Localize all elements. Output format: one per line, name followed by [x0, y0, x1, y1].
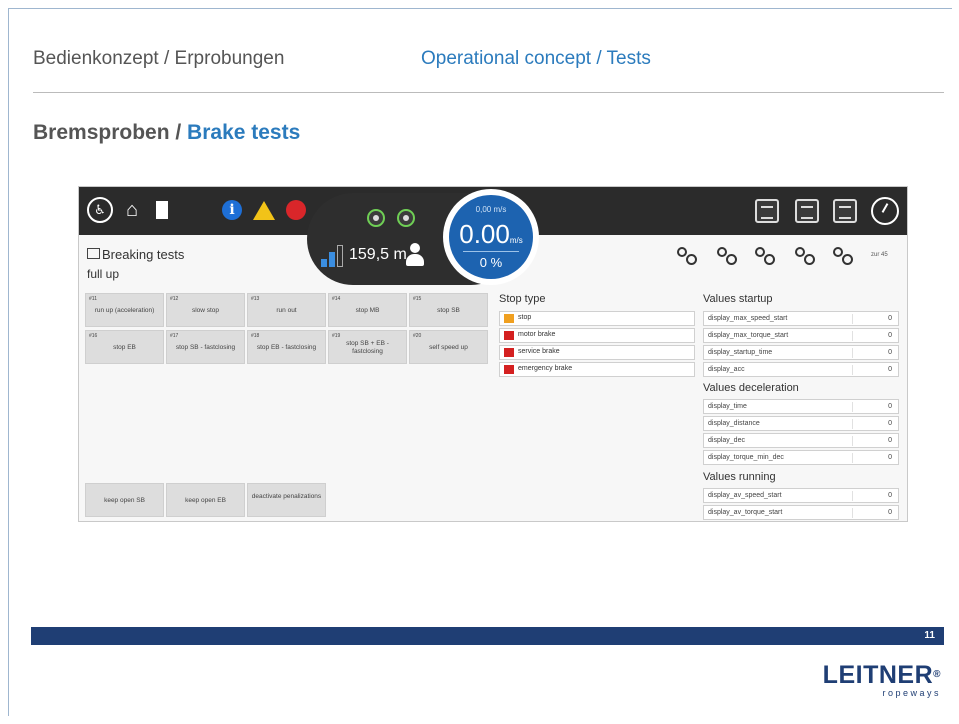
test-button-17[interactable]: #17 stop SB - fastclosing	[166, 330, 245, 364]
legend-row: motor brake	[499, 328, 695, 343]
indicator-icon-2	[397, 209, 415, 227]
gear-icon-3[interactable]	[755, 245, 777, 267]
value-field: display_torque_min_dec 0	[703, 450, 899, 465]
test-button-12[interactable]: #12 slow stop	[166, 293, 245, 327]
values-running-title: Values running	[703, 471, 776, 483]
slide-title-de: Bremsproben /	[33, 121, 188, 144]
door-icon[interactable]	[149, 197, 175, 223]
test-button-11[interactable]: #11 run up (acceleration)	[85, 293, 164, 327]
speed-unit: m/s	[509, 236, 523, 245]
legend-swatch-service	[504, 348, 514, 357]
table-icon[interactable]	[795, 199, 819, 223]
position-value: 159,5 m	[349, 246, 407, 263]
test-button-19[interactable]: #19 stop SB + EB - fastclosing	[328, 330, 407, 364]
value-field: display_time 0	[703, 399, 899, 414]
operator-icon[interactable]	[405, 243, 425, 267]
list-icon[interactable]	[833, 199, 857, 223]
value-field: display_av_speed_start 0	[703, 488, 899, 503]
value-field: display_acc 0	[703, 362, 899, 377]
gear-icon-4[interactable]	[795, 245, 817, 267]
panel-subtitle: full up	[87, 267, 120, 281]
header-divider	[33, 92, 944, 93]
keep-open-eb-button[interactable]: keep open EB	[166, 483, 245, 517]
test-button-16[interactable]: #16 stop EB	[85, 330, 164, 364]
value-field: display_av_torque_start 0	[703, 505, 899, 520]
value-field: display_max_torque_start 0	[703, 328, 899, 343]
speed-value: 0.00m/s	[459, 219, 523, 249]
page-number: 11	[924, 630, 935, 641]
gear-icon-2[interactable]	[717, 245, 739, 267]
legend-row: stop	[499, 311, 695, 326]
value-field: display_startup_time 0	[703, 345, 899, 360]
stop-alarm-icon[interactable]	[283, 197, 309, 223]
keep-open-sb-button[interactable]: keep open SB	[85, 483, 164, 517]
speed-percent: 0 %	[479, 255, 503, 270]
value-field: display_dec 0	[703, 433, 899, 448]
leitner-logo: LEITNER® ropeways	[822, 661, 941, 698]
speed-unit-top: 0,00 m/s	[475, 205, 507, 214]
hmi-screenshot: ♿ ⌂ 159,5 m 0,00 m/s 0.00m/s 0 % Breakin…	[78, 186, 908, 522]
gear-icon-5[interactable]	[833, 245, 855, 267]
header-english: Operational concept / Tests	[421, 48, 651, 69]
indicator-icon-1	[367, 209, 385, 227]
test-button-18[interactable]: #18 stop EB - fastclosing	[247, 330, 326, 364]
test-button-15[interactable]: #15 stop SB	[409, 293, 488, 327]
panel-title: Breaking tests	[87, 247, 184, 262]
legend-row: emergency brake	[499, 362, 695, 377]
header-german: Bedienkonzept / Erprobungen	[33, 48, 285, 69]
test-button-14[interactable]: #14 stop MB	[328, 293, 407, 327]
footer-bar: 11	[31, 627, 944, 645]
legend-swatch-motor	[504, 331, 514, 340]
calendar-icon[interactable]	[755, 199, 779, 223]
values-startup-title: Values startup	[703, 293, 773, 305]
values-deceleration-title: Values deceleration	[703, 382, 799, 394]
value-field: display_max_speed_start 0	[703, 311, 899, 326]
mode-label: zur 45	[871, 252, 888, 258]
stop-type-title: Stop type	[499, 293, 546, 305]
stopwatch-icon[interactable]	[871, 197, 899, 225]
warning-icon[interactable]	[251, 197, 277, 223]
info-icon[interactable]	[219, 197, 245, 223]
speed-gauge: 0,00 m/s 0.00m/s 0 %	[443, 189, 539, 285]
test-button-20[interactable]: #20 self speed up	[409, 330, 488, 364]
slide-title-en: Brake tests	[187, 121, 301, 144]
wheelchair-icon[interactable]: ♿	[87, 197, 113, 223]
legend-swatch-stop	[504, 314, 514, 323]
gear-icon-1[interactable]	[677, 245, 699, 267]
deactivate-penalizations-button[interactable]: deactivate penalizations	[247, 483, 326, 517]
slide-title: Bremsproben / Brake tests	[33, 121, 300, 145]
legend-swatch-emergency	[504, 365, 514, 374]
signal-bars-icon	[321, 245, 345, 267]
value-field: display_distance 0	[703, 416, 899, 431]
home-icon[interactable]: ⌂	[119, 197, 145, 223]
test-button-13[interactable]: #13 run out	[247, 293, 326, 327]
legend-row: service brake	[499, 345, 695, 360]
